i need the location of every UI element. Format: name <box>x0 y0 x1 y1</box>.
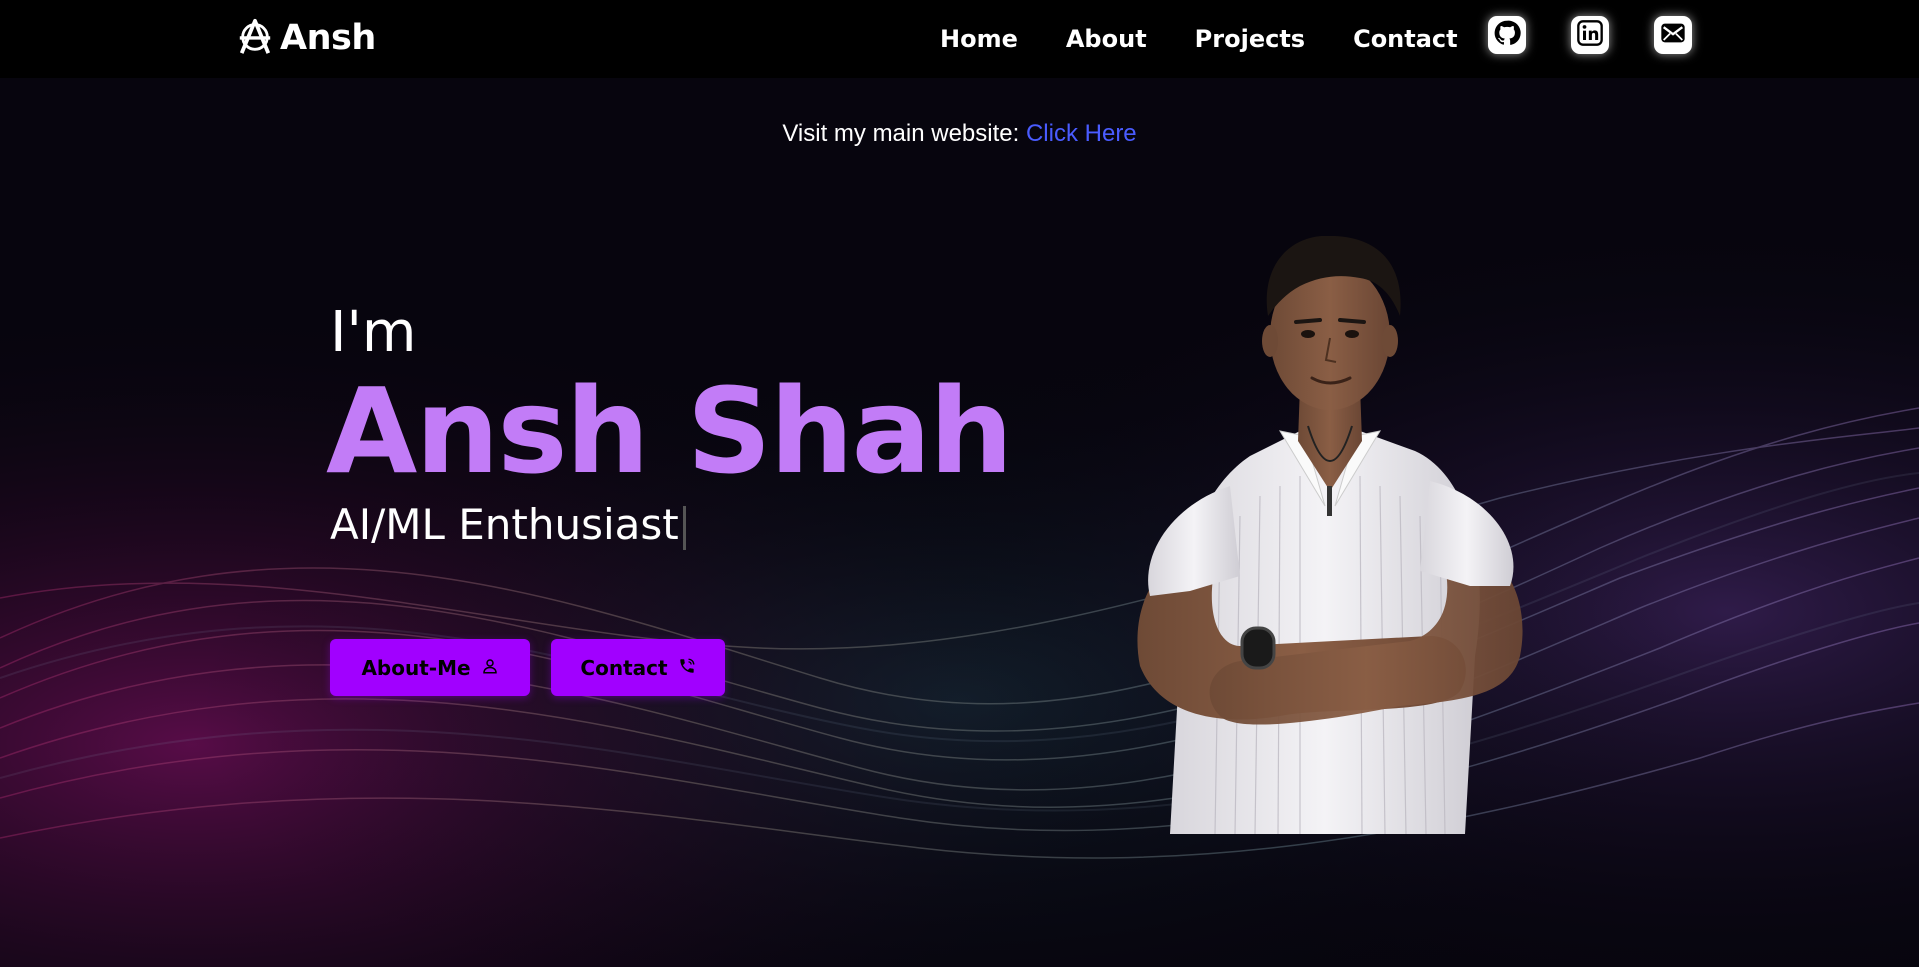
contact-label: Contact <box>580 655 668 680</box>
brand-logo[interactable]: Ansh <box>236 14 376 62</box>
nav-home[interactable]: Home <box>940 20 1018 58</box>
nav-about[interactable]: About <box>1066 20 1147 58</box>
phone-icon <box>678 656 696 680</box>
mail-link[interactable] <box>1654 16 1692 54</box>
mail-icon <box>1659 19 1687 51</box>
github-icon <box>1493 19 1521 51</box>
linkedin-link[interactable] <box>1571 16 1609 54</box>
navbar: Ansh Home About Projects Contact <box>0 0 1919 78</box>
contact-button[interactable]: Contact <box>551 639 725 696</box>
about-me-button[interactable]: About-Me <box>330 639 530 696</box>
nav-projects[interactable]: Projects <box>1195 20 1305 58</box>
hero-role: AI/ML Enthusiast <box>330 500 686 550</box>
nav-contact[interactable]: Contact <box>1353 20 1458 58</box>
profile-portrait <box>1137 236 1523 834</box>
notice-text: Visit my main website: <box>782 120 1026 147</box>
role-text: AI/ML Enthusiast <box>330 500 679 549</box>
about-me-label: About-Me <box>361 655 471 680</box>
anarchy-logo-icon <box>236 17 274 59</box>
nav-menu: Home About Projects Contact <box>940 20 1506 58</box>
typing-cursor <box>682 505 686 550</box>
brand-name: Ansh <box>280 18 376 58</box>
github-link[interactable] <box>1488 16 1526 54</box>
main-website-notice: Visit my main website: Click Here <box>0 120 1919 148</box>
background-waves <box>0 78 1919 967</box>
user-icon <box>481 656 499 680</box>
hero-greeting: I'm <box>330 300 417 365</box>
linkedin-icon <box>1576 19 1604 51</box>
main-website-link[interactable]: Click Here <box>1026 120 1137 147</box>
hero-name: Ansh Shah <box>326 362 1013 500</box>
